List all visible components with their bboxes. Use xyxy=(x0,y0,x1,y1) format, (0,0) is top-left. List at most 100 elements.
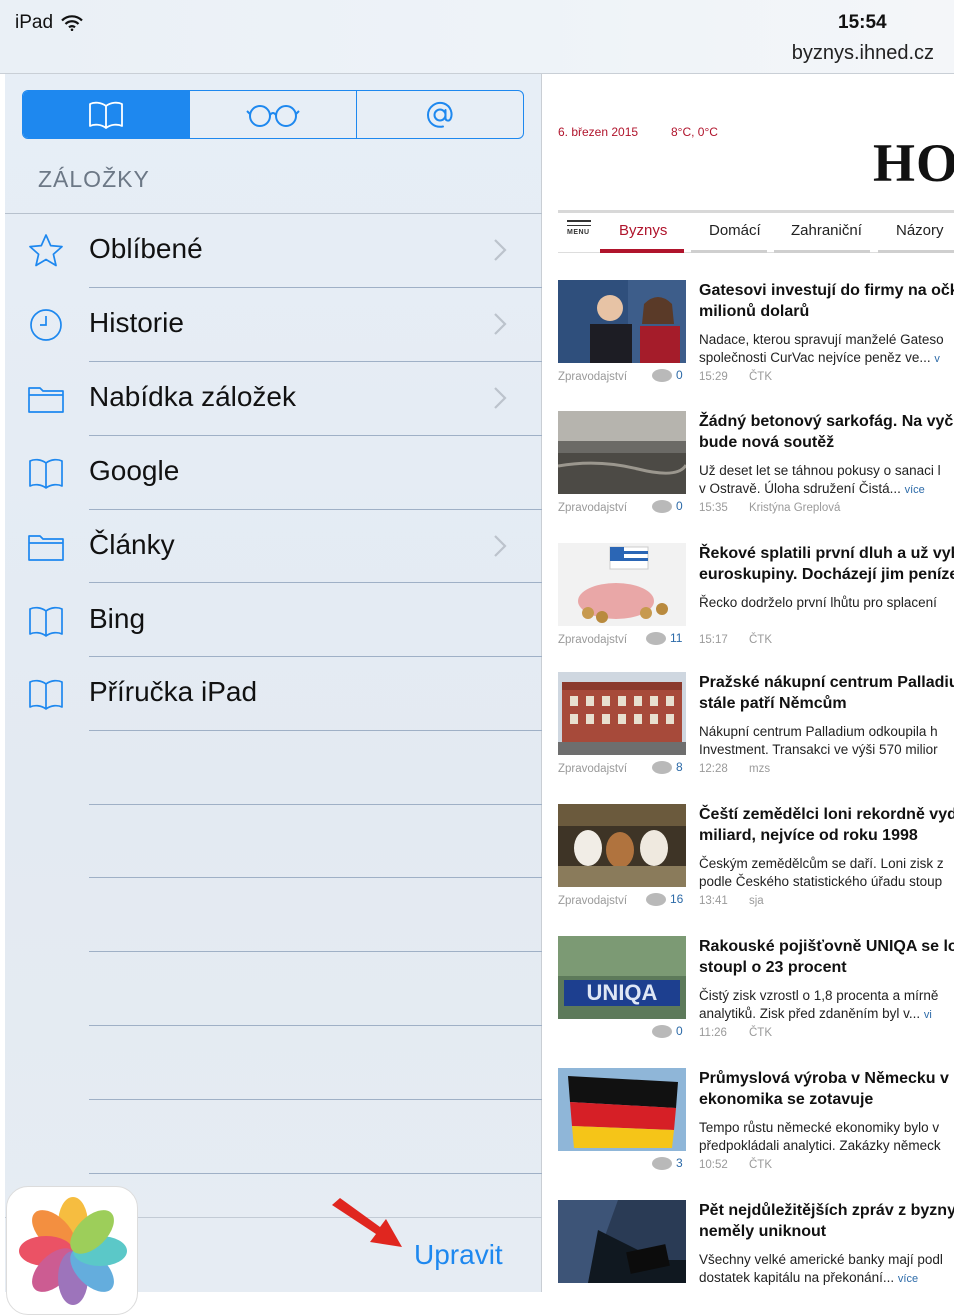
article-title[interactable]: Žádný betonový sarkofág. Na vyčišt bude … xyxy=(699,411,954,453)
article-thumbnail[interactable]: UNIQA xyxy=(558,936,686,1019)
bookmark-bookmarks-menu[interactable]: Nabídka záložek xyxy=(5,362,542,436)
article-title[interactable]: Průmyslová výroba v Německu v le ekonomi… xyxy=(699,1068,954,1110)
nav-tab-domaci[interactable]: Domácí xyxy=(709,222,761,239)
comment-count[interactable]: 0 xyxy=(652,499,683,513)
site-weather: 8°C, 0°C xyxy=(671,125,718,139)
nav-underline xyxy=(774,250,870,253)
nav-active-indicator xyxy=(600,249,684,253)
article-perex: Nadace, kterou spravují manželé Gateso sp… xyxy=(699,332,944,365)
comment-bubble-icon xyxy=(652,368,672,382)
article-section[interactable]: Zpravodajství xyxy=(558,895,627,907)
comment-count[interactable]: 16 xyxy=(646,892,683,906)
article-thumbnail[interactable] xyxy=(558,1068,686,1151)
bookmarks-title: ZÁLOŽKY xyxy=(38,166,150,192)
article-item[interactable]: UNIQA Rakouské pojišťovně UNIQA se loni … xyxy=(558,936,954,1068)
more-link[interactable]: více xyxy=(905,484,925,496)
photos-app-icon[interactable] xyxy=(6,1186,138,1315)
more-link[interactable]: vi xyxy=(924,1009,932,1021)
menu-icon[interactable]: MENU xyxy=(567,220,591,236)
article-title[interactable]: Řekové splatili první dluh a už vyhl eur… xyxy=(699,543,954,585)
article-thumbnail[interactable] xyxy=(558,804,686,887)
article-item[interactable]: Gatesovi investují do firmy na očko 52 m… xyxy=(558,280,954,412)
article-author: sja xyxy=(749,895,764,907)
article-time: 15:17 xyxy=(699,634,728,646)
article-time: 15:29 xyxy=(699,371,728,383)
nav-tab-zahranicni[interactable]: Zahraniční xyxy=(791,222,862,239)
article-thumbnail[interactable] xyxy=(558,411,686,494)
article-time: 15:35 xyxy=(699,502,728,514)
article-item[interactable]: Čeští zemědělci loni rekordně vydě milia… xyxy=(558,804,954,936)
comment-count[interactable]: 8 xyxy=(652,760,683,774)
comment-count[interactable]: 0 xyxy=(652,1024,683,1038)
clock: 15:54 xyxy=(838,12,887,33)
article-perex: Čistý zisk vzrostl o 1,8 procenta a mírn… xyxy=(699,988,939,1021)
article-time: 10:52 xyxy=(699,1159,728,1171)
bookmarks-segmented-control xyxy=(22,90,524,139)
article-title[interactable]: Gatesovi investují do firmy na očko 52 m… xyxy=(699,280,954,322)
device-indicator: iPad xyxy=(15,12,83,34)
comment-bubble-icon xyxy=(652,760,672,774)
article-item[interactable]: Žádný betonový sarkofág. Na vyčišt bude … xyxy=(558,411,954,543)
article-perex: Nákupní centrum Palladium odkoupila h Inv… xyxy=(699,724,938,757)
article-thumbnail[interactable] xyxy=(558,280,686,363)
article-thumbnail[interactable] xyxy=(558,672,686,755)
article-title[interactable]: Pražské nákupní centrum Palladiur ale st… xyxy=(699,672,954,714)
folder-icon xyxy=(28,387,64,413)
article-section[interactable]: Zpravodajství xyxy=(558,634,627,646)
book-icon xyxy=(29,458,63,489)
chevron-right-icon xyxy=(494,387,507,409)
chevron-right-icon xyxy=(494,313,507,335)
book-icon xyxy=(29,606,63,637)
comment-count[interactable]: 3 xyxy=(652,1156,683,1170)
article-perex: Řecko dodrželo první lhůtu pro splacení xyxy=(699,595,937,610)
wifi-icon xyxy=(61,15,83,31)
comment-bubble-icon xyxy=(646,892,666,906)
article-item[interactable]: Řekové splatili první dluh a už vyhl eur… xyxy=(558,543,954,675)
article-author: ČTK xyxy=(749,371,772,383)
bookmark-favorites[interactable]: Oblíbené xyxy=(5,214,542,288)
nav-tab-nazory[interactable]: Názory xyxy=(896,222,944,239)
article-thumbnail[interactable] xyxy=(558,1200,686,1283)
divider xyxy=(89,951,542,952)
folder-icon xyxy=(28,535,64,561)
bookmark-history[interactable]: Historie xyxy=(5,288,542,362)
article-item[interactable]: Průmyslová výroba v Německu v le ekonomi… xyxy=(558,1068,954,1200)
bookmark-label: Google xyxy=(89,455,180,486)
article-section[interactable]: Zpravodajství xyxy=(558,371,627,383)
chevron-right-icon xyxy=(494,535,507,557)
segment-bookmarks[interactable] xyxy=(23,91,189,138)
bookmark-label: Nabídka záložek xyxy=(89,381,297,412)
article-thumbnail[interactable] xyxy=(558,543,686,626)
glasses-icon xyxy=(246,104,300,127)
article-item[interactable]: Pět nejdůležitějších zpráv z byznys nemě… xyxy=(558,1200,954,1292)
site-logo[interactable]: HOS xyxy=(873,132,954,194)
more-link[interactable]: v xyxy=(934,353,940,365)
article-title[interactable]: Rakouské pojišťovně UNIQA se loni stoupl… xyxy=(699,936,954,978)
article-title[interactable]: Čeští zemědělci loni rekordně vydě milia… xyxy=(699,804,954,846)
comment-count[interactable]: 0 xyxy=(652,368,683,382)
comment-count[interactable]: 11 xyxy=(646,631,682,645)
article-item[interactable]: Pražské nákupní centrum Palladiur ale st… xyxy=(558,672,954,804)
segment-reading-list[interactable] xyxy=(189,91,356,138)
star-icon xyxy=(29,234,63,267)
clock-icon xyxy=(30,309,62,341)
url-bar[interactable]: byznys.ihned.cz xyxy=(792,42,934,65)
article-section[interactable]: Zpravodajství xyxy=(558,763,627,775)
article-title[interactable]: Pět nejdůležitějších zpráv z byznys nemě… xyxy=(699,1200,954,1242)
more-link[interactable]: více xyxy=(898,1273,918,1285)
edit-button[interactable]: Upravit xyxy=(414,1239,503,1271)
nav-tab-byznys[interactable]: Byznys xyxy=(619,222,667,239)
bookmark-google[interactable]: Google xyxy=(5,436,542,510)
bookmarks-sidebar: ZÁLOŽKY Oblíbené Historie Nabídka zálože… xyxy=(5,74,542,1292)
article-section[interactable]: Zpravodajství xyxy=(558,502,627,514)
segment-shared-links[interactable] xyxy=(356,91,523,138)
article-author: Kristýna Greplová xyxy=(749,502,841,514)
bookmark-bing[interactable]: Bing xyxy=(5,584,542,658)
site-date: 6. březen 2015 xyxy=(558,125,639,139)
divider xyxy=(89,1025,542,1026)
menu-label: MENU xyxy=(567,229,590,236)
photos-flower-icon xyxy=(19,1197,127,1305)
article-perex: Českým zemědělcům se daří. Loni zisk z po… xyxy=(699,856,944,889)
bookmark-articles[interactable]: Články xyxy=(5,510,542,584)
bookmark-ipad-guide[interactable]: Příručka iPad xyxy=(5,657,542,731)
